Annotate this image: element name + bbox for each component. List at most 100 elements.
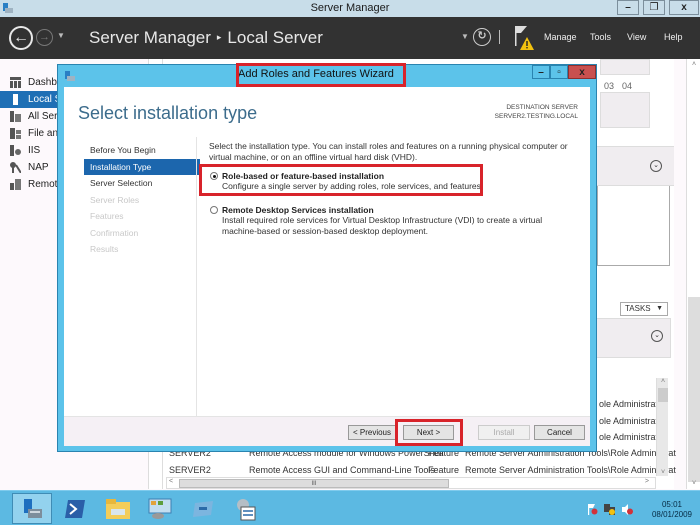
notifications-flag-warning-icon[interactable]	[513, 25, 535, 51]
step-installation-type[interactable]: Installation Type	[84, 158, 200, 175]
menu-manage[interactable]: Manage	[544, 32, 577, 42]
expand-section-icon[interactable]: ⌄	[650, 160, 662, 172]
server-manager-header: ← → ▼ Server Manager ▸ Local Server ▼ ↻ Ma…	[0, 17, 700, 59]
taskbar: 05:01 08/01/2009	[0, 490, 700, 525]
wizard-minimize-button[interactable]: –	[532, 65, 550, 79]
scroll-down-icon[interactable]: ˅	[687, 480, 700, 487]
history-dropdown-icon[interactable]: ▼	[57, 31, 65, 40]
nap-icon	[10, 162, 21, 173]
steps-divider	[196, 137, 197, 432]
breadcrumb-current: Local Server	[227, 28, 323, 47]
destination-label: DESTINATION SERVER	[506, 104, 578, 111]
bg-label-03: 03	[604, 81, 615, 91]
intro-text: Select the installation type. You can in…	[209, 141, 568, 162]
refresh-icon[interactable]: ↻	[473, 28, 491, 46]
step-server-roles: Server Roles	[90, 194, 140, 205]
bg-tile	[600, 59, 650, 75]
scroll-right-icon[interactable]: >	[645, 478, 649, 485]
file-explorer-icon	[106, 499, 130, 519]
local-server-icon	[13, 94, 18, 105]
restore-button[interactable]: ❐	[643, 0, 665, 15]
breadcrumb-root[interactable]: Server Manager	[89, 28, 211, 47]
cancel-button[interactable]: Cancel	[534, 425, 585, 440]
annotation-highlight-title	[236, 63, 406, 87]
server-manager-icon	[24, 499, 42, 518]
add-roles-wizard-dialog: Add Roles and Features Wizard – ▫ x Sele…	[57, 63, 597, 452]
header-divider	[499, 30, 500, 44]
table-horizontal-scrollbar[interactable]: < III >	[166, 477, 656, 489]
taskbar-control-panel[interactable]	[140, 493, 180, 524]
annotation-highlight-option	[199, 164, 483, 196]
breadcrumb: Server Manager ▸ Local Server	[89, 28, 323, 48]
option-title[interactable]: Remote Desktop Services installation	[222, 205, 579, 215]
taskbar-server-manager[interactable]	[12, 493, 52, 524]
remote-desktop-icon	[193, 501, 213, 517]
menu-help[interactable]: Help	[664, 32, 683, 42]
remote-access-icon	[10, 179, 21, 190]
step-features: Features	[90, 211, 124, 221]
taskbar-task-scheduler[interactable]	[225, 493, 265, 524]
wizard-steps-nav: Before You Begin Installation Type Serve…	[84, 142, 200, 258]
tasks-label: TASKS	[625, 304, 651, 313]
back-arrow-icon[interactable]: ←	[9, 26, 33, 50]
system-clock[interactable]: 05:01 08/01/2009	[652, 500, 692, 520]
radio-remote-desktop[interactable]	[210, 206, 218, 214]
action-center-icon[interactable]	[587, 504, 598, 515]
page-vertical-scrollbar[interactable]: ˄ ˅	[686, 59, 700, 489]
bg-label-04: 04	[622, 81, 633, 91]
minimize-button[interactable]: –	[617, 0, 639, 15]
scroll-down-icon[interactable]: ˅	[657, 469, 669, 476]
scroll-thumb[interactable]	[688, 297, 700, 482]
wizard-heading: Select installation type	[78, 103, 258, 123]
menu-tools[interactable]: Tools	[590, 32, 611, 42]
bg-tile	[600, 92, 650, 128]
destination-server-name: SERVER2.TESTING.LOCAL	[494, 113, 578, 120]
step-results: Results	[90, 244, 119, 254]
network-icon[interactable]	[604, 504, 615, 515]
taskbar-powershell[interactable]	[55, 493, 95, 524]
step-before-you-begin[interactable]: Before You Begin	[84, 142, 200, 159]
forward-arrow-icon[interactable]: →	[36, 29, 53, 46]
scroll-thumb[interactable]: III	[179, 479, 449, 488]
wizard-maximize-button[interactable]: ▫	[550, 65, 568, 79]
install-button: Install	[478, 425, 530, 440]
clock-time: 05:01	[661, 500, 682, 509]
dashboard-icon	[10, 77, 21, 88]
volume-muted-icon[interactable]	[622, 504, 633, 515]
table-cell-path: ole Administrat	[599, 416, 659, 426]
taskbar-file-explorer[interactable]	[98, 493, 138, 524]
destination-server-info: DESTINATION SERVER SERVER2.TESTING.LOCAL	[495, 103, 578, 121]
wizard-close-button[interactable]: x	[568, 65, 596, 79]
table-cell-path: ole Administrat	[599, 399, 659, 409]
refresh-dropdown-icon[interactable]: ▼	[461, 32, 469, 41]
breadcrumb-separator-icon: ▸	[216, 32, 222, 42]
close-button[interactable]: x	[669, 0, 699, 15]
scroll-left-icon[interactable]: <	[169, 478, 173, 485]
table-cell-name: Remote Access GUI and Command-Line Tools	[249, 465, 435, 475]
table-vertical-scrollbar[interactable]: ˄ ˅	[656, 378, 668, 476]
scroll-thumb[interactable]	[658, 388, 668, 402]
table-cell-server: SERVER2	[169, 465, 211, 475]
task-scheduler-icon	[237, 499, 256, 521]
iis-icon	[10, 145, 21, 156]
wizard-footer: < Previous Next > Install Cancel	[64, 416, 590, 446]
previous-button[interactable]: < Previous	[348, 425, 396, 440]
powershell-icon	[65, 500, 85, 518]
step-server-selection[interactable]: Server Selection	[84, 175, 200, 192]
wizard-body: Select installation type DESTINATION SER…	[64, 87, 590, 446]
sidebar-item-label: IIS	[28, 145, 41, 156]
all-servers-icon	[10, 111, 21, 122]
desktop: Server Manager – ❐ x ← → ▼ Server Manage…	[0, 0, 700, 525]
scroll-up-icon[interactable]: ˄	[687, 61, 700, 68]
menu-view[interactable]: View	[627, 32, 646, 42]
tasks-dropdown[interactable]: TASKS ▼	[620, 302, 668, 316]
table-cell-path: Remote Server Administration Tools\Role …	[465, 465, 676, 475]
option-remote-desktop[interactable]: Remote Desktop Services installation Ins…	[209, 205, 579, 237]
table-cell-path: ole Administrat	[599, 432, 659, 442]
taskbar-remote-desktop[interactable]	[183, 493, 223, 524]
expand-section-icon[interactable]: ⌄	[651, 330, 663, 342]
window-title: Server Manager	[310, 2, 390, 14]
annotation-highlight-next	[395, 419, 463, 446]
bg-panel-box	[597, 186, 670, 266]
scroll-up-icon[interactable]: ˄	[657, 378, 669, 385]
